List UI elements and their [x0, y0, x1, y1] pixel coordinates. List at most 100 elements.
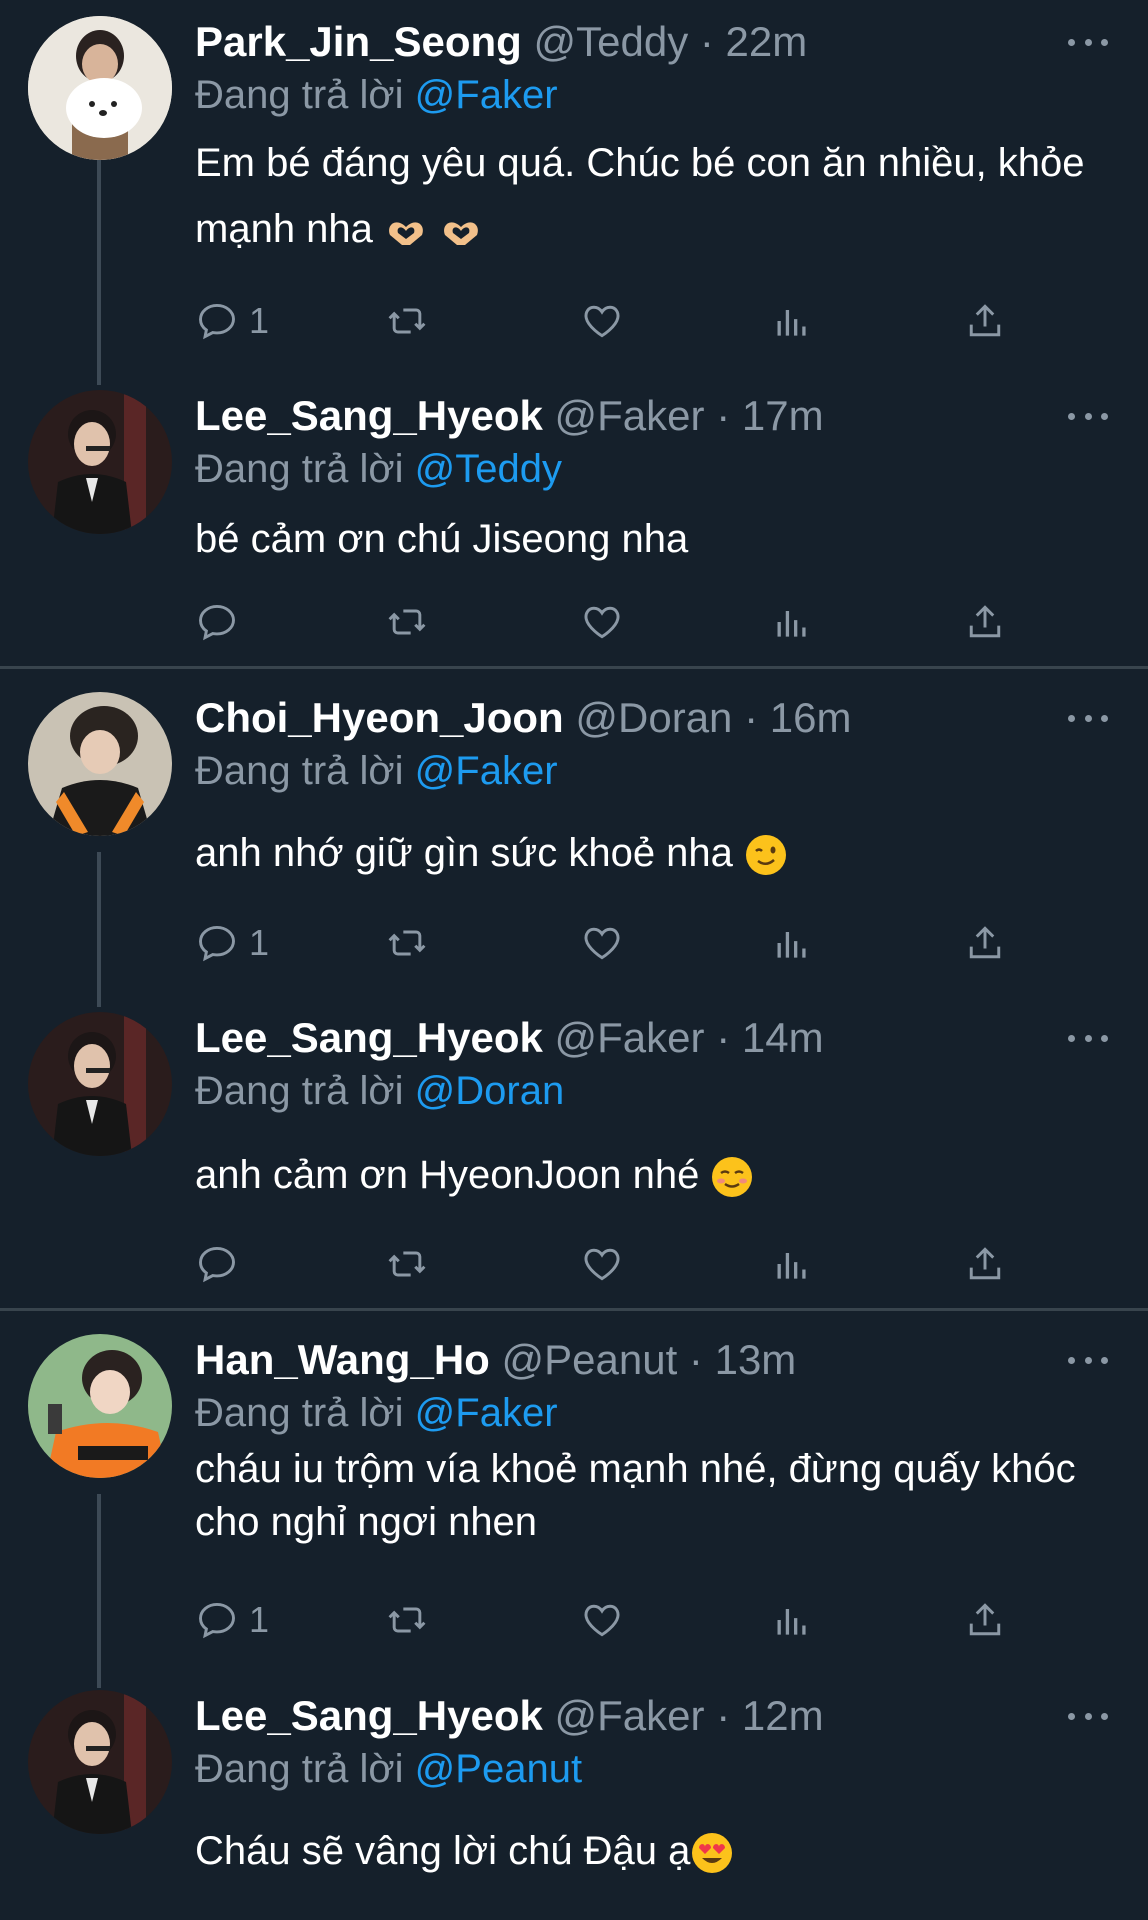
more-options-button[interactable]	[1068, 698, 1108, 738]
reply-button[interactable]: 1	[195, 296, 269, 346]
reply-mention[interactable]: @Faker	[415, 749, 558, 793]
tweet-text: anh nhớ giữ gìn sức khoẻ nha	[195, 820, 1125, 886]
tweet-text-content: anh cảm ơn HyeonJoon nhé	[195, 1153, 711, 1197]
thread-divider	[0, 1308, 1148, 1311]
tweet-text: anh cảm ơn HyeonJoon nhé	[195, 1142, 1125, 1208]
more-options-button[interactable]	[1068, 22, 1108, 62]
more-options-button[interactable]	[1068, 396, 1108, 436]
tweet-header: Lee_Sang_Hyeok @Faker · 17m	[195, 392, 824, 439]
reply-button[interactable]	[195, 1239, 249, 1289]
display-name[interactable]: Choi_Hyeon_Joon	[195, 694, 564, 741]
like-button[interactable]	[580, 1595, 624, 1645]
tweet-actions	[195, 597, 1025, 647]
share-icon	[969, 1603, 1001, 1636]
reply-context: Đang trả lời @Faker	[195, 70, 558, 120]
avatar-faker-icon	[28, 390, 172, 534]
share-button[interactable]	[963, 1595, 1007, 1645]
heart-icon	[584, 305, 620, 338]
timestamp[interactable]: 13m	[715, 1336, 797, 1383]
tweet-text: Cháu sẽ vâng lời chú Đậu ạ	[195, 1818, 1125, 1884]
reply-mention[interactable]: @Teddy	[415, 447, 562, 491]
reply-icon	[199, 604, 235, 641]
like-button[interactable]	[580, 918, 624, 968]
display-name[interactable]: Lee_Sang_Hyeok	[195, 1692, 543, 1739]
share-icon	[969, 1247, 1001, 1280]
views-button[interactable]	[770, 597, 814, 647]
reply-prefix: Đang trả lời	[195, 447, 404, 491]
reply-mention[interactable]: @Faker	[415, 1391, 558, 1435]
like-button[interactable]	[580, 296, 624, 346]
share-button[interactable]	[963, 597, 1007, 647]
retweet-button[interactable]	[385, 1239, 429, 1289]
reply-mention[interactable]: @Doran	[415, 1069, 565, 1113]
share-button[interactable]	[963, 296, 1007, 346]
display-name[interactable]: Park_Jin_Seong	[195, 18, 522, 65]
retweet-icon	[388, 1251, 426, 1277]
user-handle[interactable]: @Faker	[555, 1692, 705, 1739]
retweet-button[interactable]	[385, 296, 429, 346]
retweet-icon	[388, 308, 426, 334]
avatar[interactable]	[28, 692, 172, 836]
analytics-icon	[777, 611, 806, 637]
reply-button[interactable]	[195, 597, 249, 647]
avatar-doran-icon	[28, 692, 172, 836]
retweet-button[interactable]	[385, 1595, 429, 1645]
avatar[interactable]	[28, 1012, 172, 1156]
like-button[interactable]	[580, 597, 624, 647]
display-name[interactable]: Lee_Sang_Hyeok	[195, 1014, 543, 1061]
tweet-actions	[195, 1239, 1025, 1289]
timestamp[interactable]: 12m	[742, 1692, 824, 1739]
tweet-actions: 1	[195, 1595, 1025, 1645]
timestamp[interactable]: 16m	[770, 694, 852, 741]
thread-line	[97, 160, 101, 385]
share-button[interactable]	[963, 918, 1007, 968]
more-options-button[interactable]	[1068, 1018, 1108, 1058]
user-handle[interactable]: @Teddy	[533, 18, 688, 65]
reply-icon	[199, 1246, 235, 1283]
timestamp[interactable]: 22m	[726, 18, 808, 65]
user-handle[interactable]: @Doran	[575, 694, 732, 741]
user-handle[interactable]: @Peanut	[501, 1336, 677, 1383]
views-button[interactable]	[770, 1239, 814, 1289]
reply-mention[interactable]: @Faker	[415, 73, 558, 117]
views-button[interactable]	[770, 296, 814, 346]
smiling-blush-face-icon	[712, 1157, 753, 1198]
more-options-button[interactable]	[1068, 1340, 1108, 1380]
avatar[interactable]	[28, 16, 172, 160]
views-button[interactable]	[770, 918, 814, 968]
heart-icon	[584, 1604, 620, 1637]
timestamp[interactable]: 17m	[742, 392, 824, 439]
reply-button[interactable]: 1	[195, 1595, 269, 1645]
display-name[interactable]: Han_Wang_Ho	[195, 1336, 490, 1383]
reply-feed: Park_Jin_Seong @Teddy · 22m Đang trả lời…	[0, 0, 1148, 1920]
like-button[interactable]	[580, 1239, 624, 1289]
heart-hands-icon	[389, 222, 423, 246]
avatar[interactable]	[28, 1690, 172, 1834]
avatar[interactable]	[28, 390, 172, 534]
timestamp[interactable]: 14m	[742, 1014, 824, 1061]
display-name[interactable]: Lee_Sang_Hyeok	[195, 392, 543, 439]
analytics-icon	[777, 932, 806, 958]
reply-icon	[199, 925, 235, 962]
reply-context: Đang trả lời @Doran	[195, 1066, 564, 1116]
reply-mention[interactable]: @Peanut	[415, 1747, 582, 1791]
tweet-header: Han_Wang_Ho @Peanut · 13m	[195, 1336, 797, 1383]
reply-button[interactable]: 1	[195, 918, 269, 968]
reply-icon	[199, 303, 235, 340]
user-handle[interactable]: @Faker	[555, 1014, 705, 1061]
avatar-peanut-icon	[28, 1334, 172, 1478]
share-button[interactable]	[963, 1239, 1007, 1289]
reply-prefix: Đang trả lời	[195, 73, 404, 117]
reply-prefix: Đang trả lời	[195, 1391, 404, 1435]
user-handle[interactable]: @Faker	[555, 392, 705, 439]
retweet-button[interactable]	[385, 597, 429, 647]
tweet-text-content: bé cảm ơn chú Jiseong nha	[195, 517, 689, 561]
reply-prefix: Đang trả lời	[195, 1747, 404, 1791]
more-options-button[interactable]	[1068, 1696, 1108, 1736]
retweet-button[interactable]	[385, 918, 429, 968]
avatar[interactable]	[28, 1334, 172, 1478]
tweet-text-content: cháu iu trộm vía khoẻ mạnh nhé, đừng quấ…	[195, 1447, 1076, 1544]
tweet-text-content: anh nhớ giữ gìn sức khoẻ nha	[195, 831, 745, 875]
reply-icon	[199, 1602, 235, 1639]
views-button[interactable]	[770, 1595, 814, 1645]
